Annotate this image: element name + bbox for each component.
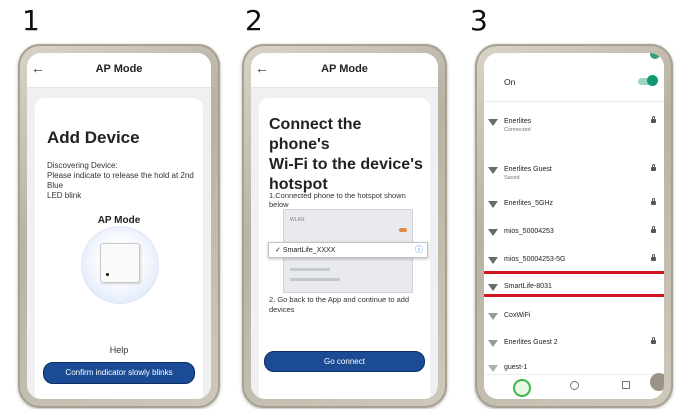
back-nav-icon[interactable] bbox=[513, 379, 531, 397]
wifi-ssid: Enerlites Guest bbox=[504, 166, 552, 173]
wifi-network-row[interactable]: mios_50004253 bbox=[484, 221, 664, 247]
wifi-network-row[interactable]: Enerlites Guest Saved bbox=[484, 159, 664, 185]
inner-wlan-toggle bbox=[399, 228, 407, 232]
wifi-toggle-row[interactable]: On bbox=[484, 67, 664, 102]
wifi-signal-icon bbox=[488, 284, 498, 291]
connect-heading: Connect the phone's Wi-Fi to the device'… bbox=[269, 115, 424, 195]
device-illustration bbox=[81, 226, 159, 304]
smartlife-network-row[interactable]: SmartLife-8031 bbox=[484, 276, 664, 302]
highlight-line-bottom bbox=[484, 294, 664, 297]
heading-line-2: Wi-Fi to the device's bbox=[269, 156, 423, 173]
wifi-signal-icon bbox=[488, 340, 498, 347]
highlight-line-top bbox=[484, 271, 664, 274]
lock-icon bbox=[651, 254, 656, 261]
switch-device-icon bbox=[100, 243, 140, 283]
wifi-network-row[interactable]: CoxWiFi bbox=[484, 305, 664, 331]
led-indicator-icon bbox=[106, 273, 109, 276]
go-connect-button[interactable]: Go connect bbox=[264, 351, 425, 372]
wifi-switch-knob[interactable] bbox=[647, 75, 658, 86]
wifi-network-row[interactable]: Enerlites_5GHz bbox=[484, 193, 664, 219]
lock-icon bbox=[651, 116, 656, 123]
wifi-ssid: SmartLife-8031 bbox=[504, 283, 552, 290]
description-line-3: LED blink bbox=[47, 191, 82, 200]
wifi-signal-icon bbox=[488, 201, 498, 208]
hotspot-ssid: SmartLife_XXXX bbox=[282, 247, 336, 254]
wifi-ssid: Enerlites Guest 2 bbox=[504, 339, 558, 346]
wifi-status: Saved bbox=[504, 175, 520, 181]
wifi-info-icon: ⓘ bbox=[415, 245, 423, 254]
step-number-3: 3 bbox=[470, 4, 488, 37]
wifi-ssid: mios_50004253 bbox=[504, 228, 554, 235]
phone-1-screen: ← AP Mode Add Device Discovering Device:… bbox=[27, 53, 211, 399]
floating-assist-icon[interactable] bbox=[650, 373, 664, 391]
wifi-signal-icon bbox=[488, 257, 498, 264]
description-line-1: Discovering Device: bbox=[47, 161, 118, 170]
page-title: AP Mode bbox=[321, 63, 368, 75]
step-number-2: 2 bbox=[245, 4, 263, 37]
wifi-signal-icon bbox=[488, 229, 498, 236]
description-line-2: Please indicate to release the hold at 2… bbox=[47, 171, 194, 190]
mode-label: AP Mode bbox=[97, 215, 141, 226]
status-dot-icon bbox=[650, 53, 660, 59]
phone-step-1: ← AP Mode Add Device Discovering Device:… bbox=[18, 44, 220, 408]
wifi-signal-icon bbox=[488, 119, 498, 126]
wifi-network-row[interactable]: Enerlites Connected bbox=[484, 111, 664, 137]
lock-icon bbox=[651, 226, 656, 233]
inner-placeholder-row bbox=[290, 278, 340, 281]
help-link[interactable]: Help bbox=[35, 345, 203, 355]
connect-hotspot-card: Connect the phone's Wi-Fi to the device'… bbox=[259, 98, 430, 399]
add-device-heading: Add Device bbox=[47, 128, 140, 147]
wifi-toggle-label: On bbox=[504, 77, 516, 87]
lock-icon bbox=[651, 198, 656, 205]
hotspot-network-name: ✓ SmartLife_XXXX bbox=[275, 247, 336, 254]
instruction-step-1: 1.Connected phone to the hotspot shown b… bbox=[269, 191, 406, 209]
app-header: ← AP Mode bbox=[27, 53, 211, 88]
step2-line-1: 2. Go back to the App and continue to ad… bbox=[269, 295, 410, 304]
phone-2-screen: ← AP Mode Connect the phone's Wi-Fi to t… bbox=[251, 53, 438, 399]
step-number-1: 1 bbox=[22, 4, 40, 37]
wifi-signal-icon bbox=[488, 365, 498, 372]
phone-step-3: ″′ On Enerlites Connected Enerlites Gues… bbox=[475, 44, 673, 408]
app-header: ← AP Mode bbox=[251, 53, 438, 88]
signal-icon: ″′ bbox=[486, 53, 491, 60]
wifi-ssid: guest-1 bbox=[504, 364, 528, 371]
page-title: AP Mode bbox=[95, 63, 143, 75]
add-device-card: Add Device Discovering Device: Please in… bbox=[35, 98, 203, 399]
recents-nav-icon[interactable] bbox=[622, 381, 630, 389]
discovering-description: Discovering Device: Please indicate to r… bbox=[47, 161, 195, 201]
phone-3-screen: ″′ On Enerlites Connected Enerlites Gues… bbox=[484, 53, 664, 399]
inner-placeholder-row bbox=[290, 268, 330, 271]
heading-line-1: Connect the phone's bbox=[269, 116, 362, 153]
wifi-network-row[interactable]: Enerlites Guest 2 bbox=[484, 332, 664, 358]
wifi-ssid: mios_50004253-5G bbox=[504, 256, 566, 263]
phone-step-2: ← AP Mode Connect the phone's Wi-Fi to t… bbox=[242, 44, 447, 408]
wifi-ssid: Enerlites_5GHz bbox=[504, 200, 554, 207]
status-bar: ″′ bbox=[484, 53, 664, 67]
confirm-blink-button[interactable]: Confirm indicator slowly blinks bbox=[43, 362, 195, 384]
wifi-signal-icon bbox=[488, 167, 498, 174]
lock-icon bbox=[651, 164, 656, 171]
hotspot-network-row: ✓ SmartLife_XXXX ⓘ bbox=[268, 242, 428, 258]
instruction-step-2: 2. Go back to the App and continue to ad… bbox=[269, 295, 424, 315]
wifi-ssid: CoxWiFi bbox=[504, 312, 531, 319]
lock-icon bbox=[651, 337, 656, 344]
android-nav-bar bbox=[484, 373, 664, 399]
step2-line-2: devices bbox=[269, 305, 295, 314]
wifi-signal-icon bbox=[488, 313, 498, 320]
inner-wlan-label: WLAN bbox=[290, 217, 305, 223]
home-nav-icon[interactable] bbox=[570, 381, 579, 390]
wifi-ssid: Enerlites bbox=[504, 118, 532, 125]
wifi-status: Connected bbox=[504, 127, 531, 133]
